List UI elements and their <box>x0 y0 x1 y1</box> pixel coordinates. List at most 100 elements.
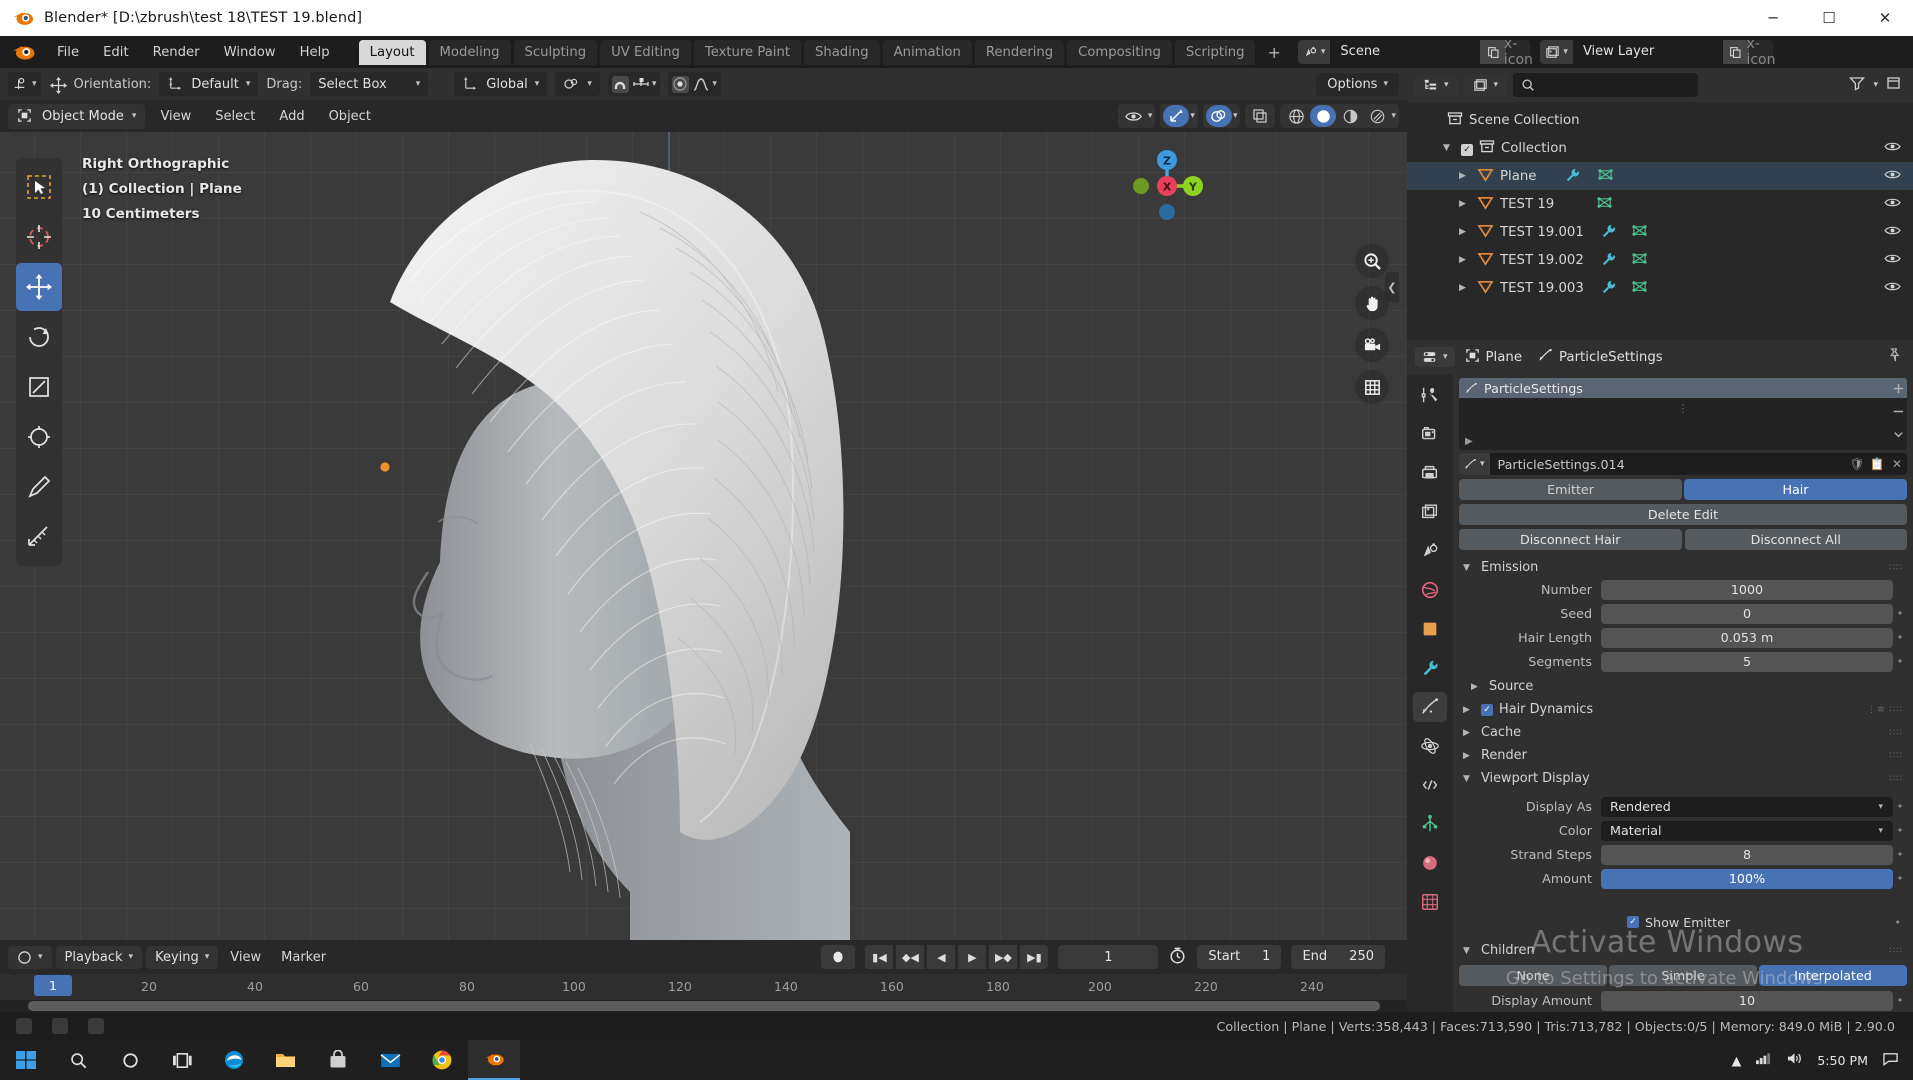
overlays-toggle-icon[interactable] <box>1205 105 1232 127</box>
menu-window[interactable]: Window <box>213 41 287 64</box>
field-hair-length[interactable]: Hair Length 0.053 m • <box>1459 627 1907 648</box>
tab-render[interactable] <box>1413 419 1447 449</box>
transform-tool-icon[interactable] <box>16 413 62 461</box>
eye-icon[interactable] <box>1884 196 1901 213</box>
field-display-as[interactable]: Display As Rendered ▾ • <box>1459 796 1907 817</box>
pin-icon[interactable] <box>1886 347 1901 367</box>
gizmo-group[interactable]: ▾ <box>1160 104 1198 128</box>
eye-icon[interactable] <box>1884 252 1901 269</box>
tab-world[interactable] <box>1413 575 1447 605</box>
outliner-editor[interactable]: ▾ ▾ ▾ Scene Collection ▼ ✓ Collection ▶ … <box>1407 68 1913 340</box>
wrench-icon[interactable] <box>1564 167 1581 186</box>
frame-start-field[interactable]: Start 1 <box>1197 945 1282 969</box>
disclosure-triangle-icon[interactable]: ▼ <box>1443 143 1455 153</box>
viewport-menu-object[interactable]: Object <box>320 105 380 128</box>
snap-magnet-icon[interactable] <box>611 75 629 93</box>
tab-object[interactable] <box>1413 614 1447 644</box>
prev-keyframe-button[interactable]: ◆◀ <box>896 945 925 969</box>
viewport-menu-add[interactable]: Add <box>270 105 313 128</box>
tab-modeling[interactable]: Modeling <box>428 39 511 65</box>
fake-user-shield-icon[interactable]: 🛡 <box>1847 457 1867 471</box>
blender-menu-icon[interactable] <box>10 39 36 65</box>
editor-type-dropdown[interactable]: ▾ <box>8 945 52 969</box>
field-value[interactable]: 0 <box>1601 603 1893 624</box>
animate-property-dot[interactable]: • <box>1895 916 1902 929</box>
navigation-gizmo[interactable]: Z X Y <box>1123 142 1211 230</box>
wrench-icon[interactable] <box>1600 251 1617 270</box>
field-amount[interactable]: Amount 100% • <box>1459 868 1907 889</box>
field-value[interactable]: Material <box>1601 820 1893 841</box>
pivot-point-dropdown[interactable]: ▾ <box>555 72 600 96</box>
field-value[interactable]: 0.053 m <box>1601 627 1893 648</box>
tab-tool[interactable] <box>1413 380 1447 410</box>
transform-orientation-dropdown[interactable]: Global ▾ <box>454 72 548 96</box>
network-icon[interactable] <box>1755 1051 1772 1069</box>
wrench-icon[interactable] <box>1600 279 1617 298</box>
field-value[interactable]: 5 <box>1601 651 1893 672</box>
field-seed[interactable]: Seed 0 • <box>1459 603 1907 624</box>
mesh-data-icon[interactable] <box>1597 167 1614 186</box>
tab-layout[interactable]: Layout <box>358 39 426 65</box>
visibility-eye-icon[interactable] <box>1121 105 1147 127</box>
disconnect-hair-button[interactable]: Disconnect Hair <box>1459 529 1682 550</box>
disclosure-triangle-icon[interactable]: ▶ <box>1459 255 1471 265</box>
camera-icon[interactable] <box>1355 328 1389 362</box>
show-emitter-row[interactable]: ✓ Show Emitter • <box>1459 911 1907 933</box>
next-keyframe-button[interactable]: ▶◆ <box>989 945 1018 969</box>
panel-header-children[interactable]: ▼ Children ∷∷ <box>1459 939 1907 962</box>
outliner-row-test19-002[interactable]: ▶ TEST 19.002 <box>1407 246 1913 274</box>
remove-scene-icon[interactable]: x-icon <box>1504 36 1533 68</box>
start-windows-icon[interactable] <box>0 1040 52 1080</box>
grid-toggle-icon[interactable] <box>1355 370 1389 404</box>
eye-icon[interactable] <box>1884 140 1901 157</box>
annotate-tool-icon[interactable] <box>16 463 62 511</box>
timeline-scroll-area[interactable] <box>0 1000 1407 1012</box>
disclosure-triangle-icon[interactable]: ▶ <box>1459 283 1471 293</box>
tab-modifiers[interactable] <box>1413 653 1447 683</box>
tab-constraints[interactable] <box>1413 770 1447 800</box>
viewport-menu-select[interactable]: Select <box>206 105 264 128</box>
active-tool-icon[interactable]: ▾ <box>8 72 41 96</box>
field-segments[interactable]: Segments 5 • <box>1459 651 1907 672</box>
falloff-curve-icon[interactable] <box>692 76 709 93</box>
cortana-icon[interactable] <box>104 1040 156 1080</box>
task-view-icon[interactable] <box>156 1040 208 1080</box>
tab-physics[interactable] <box>1413 731 1447 761</box>
chevron-down-icon[interactable]: ▾ <box>1233 111 1238 121</box>
new-view-layer-icon[interactable] <box>1722 40 1749 64</box>
new-collection-icon[interactable] <box>1886 75 1902 95</box>
tab-output[interactable] <box>1413 458 1447 488</box>
animate-property-dot[interactable]: • <box>1893 655 1907 668</box>
mesh-data-icon[interactable] <box>1631 251 1648 270</box>
view-layer-icon[interactable]: ▾ <box>1540 40 1573 64</box>
animate-property-dot[interactable]: • <box>1893 994 1907 1007</box>
chevron-down-icon[interactable]: ▾ <box>1190 111 1195 121</box>
field-color[interactable]: Color Material ▾ • <box>1459 820 1907 841</box>
mesh-data-icon[interactable] <box>1631 223 1648 242</box>
wrench-icon[interactable] <box>1600 223 1617 242</box>
shading-wireframe-icon[interactable] <box>1283 105 1309 127</box>
panel-extras-icon[interactable]: ⋮≡ ∷∷ <box>1867 705 1903 715</box>
breadcrumb-object-name[interactable]: Plane <box>1486 350 1522 365</box>
playhead[interactable]: 1 <box>34 975 72 996</box>
animate-property-dot[interactable]: • <box>1893 872 1907 885</box>
minimize-button[interactable]: ─ <box>1745 0 1801 36</box>
animate-property-dot[interactable]: • <box>1893 824 1907 837</box>
animate-property-dot[interactable]: • <box>1893 607 1907 620</box>
menu-file[interactable]: File <box>46 41 90 64</box>
unlink-x-icon[interactable]: ✕ <box>1887 457 1907 471</box>
keying-dropdown[interactable]: Keying ▾ <box>146 945 219 969</box>
properties-editor-type-dropdown[interactable]: ▾ <box>1415 347 1455 367</box>
outliner-row-plane[interactable]: ▶ Plane <box>1407 162 1913 190</box>
menu-help[interactable]: Help <box>289 41 341 64</box>
outliner-row-test19-001[interactable]: ▶ TEST 19.001 <box>1407 218 1913 246</box>
maximize-button[interactable]: ☐ <box>1801 0 1857 36</box>
animate-property-dot[interactable]: • <box>1893 800 1907 813</box>
list-expand-arrow-icon[interactable]: ▶ <box>1465 436 1473 447</box>
add-workspace-button[interactable]: + <box>1258 41 1289 64</box>
file-explorer-icon[interactable] <box>260 1040 312 1080</box>
options-dropdown[interactable]: Options ▾ <box>1316 72 1399 96</box>
measure-tool-icon[interactable] <box>16 513 62 561</box>
play-button[interactable]: ▶ <box>958 945 987 969</box>
orientation-dropdown[interactable]: Default ▾ <box>159 72 259 96</box>
